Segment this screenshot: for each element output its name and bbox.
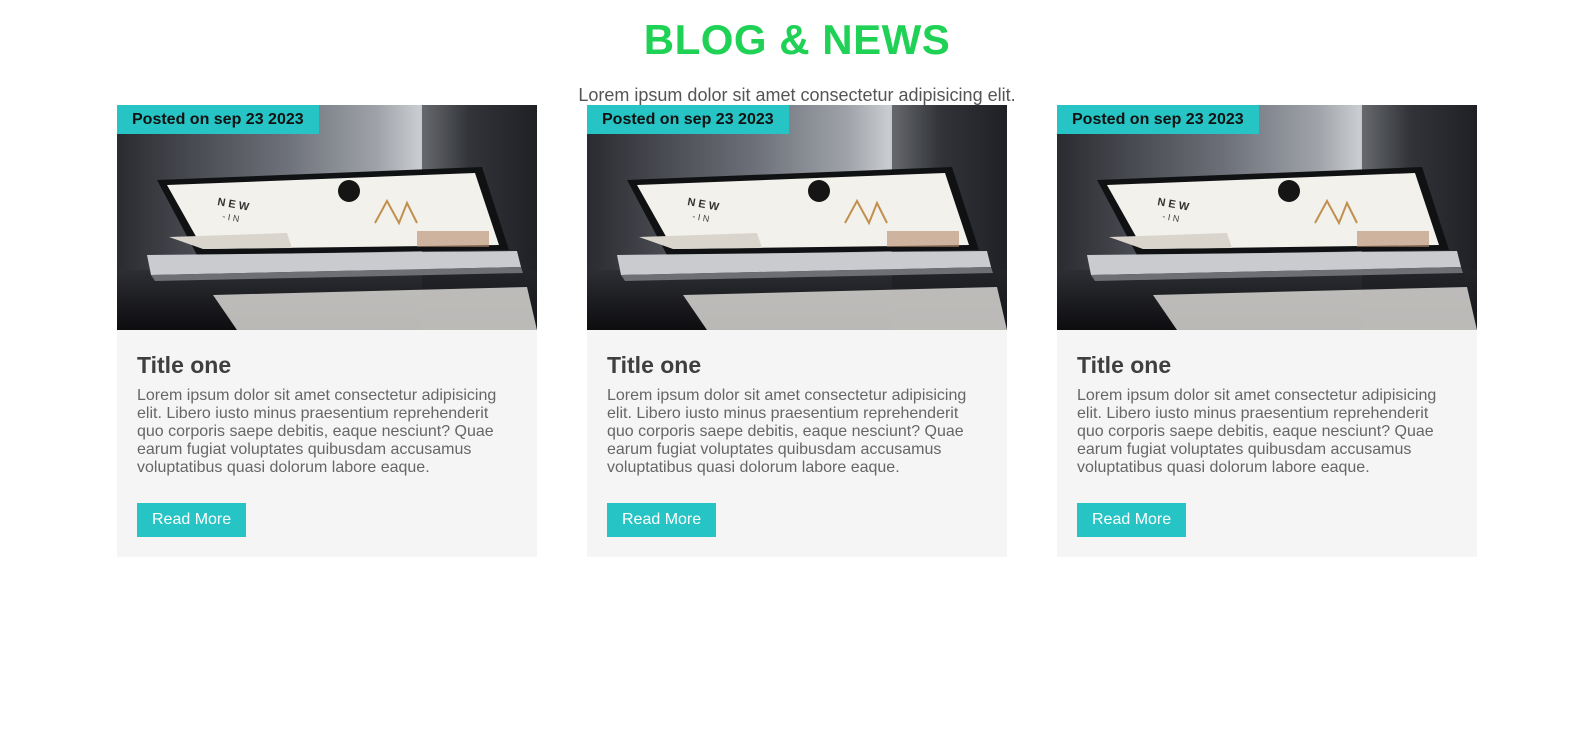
blog-cards: N E W - I N Posted on sep 23 2023 Title …	[117, 105, 1477, 558]
card-title: Title one	[1077, 352, 1172, 378]
blog-card-image: N E W - I N Posted on sep 23 2023	[117, 105, 537, 330]
blog-card-body: Title one Lorem ipsum dolor sit amet con…	[1057, 330, 1477, 537]
laptop-image: N E W - I N	[147, 105, 537, 330]
blog-card: N E W - I N Posted on sep 23 2023 Title …	[1057, 105, 1477, 557]
card-title: Title one	[137, 352, 232, 378]
blog-card-image: N E W - I N Posted on sep 23 2023	[587, 105, 1007, 330]
post-date-badge: Posted on sep 23 2023	[1057, 105, 1259, 134]
blog-card: N E W - I N Posted on sep 23 2023 Title …	[117, 105, 537, 557]
laptop-image: N E W - I N	[1087, 105, 1477, 330]
blog-card-body: Title one Lorem ipsum dolor sit amet con…	[587, 330, 1007, 537]
card-title: Title one	[607, 352, 702, 378]
blog-card-image: N E W - I N Posted on sep 23 2023	[1057, 105, 1477, 330]
read-more-button[interactable]: Read More	[1077, 503, 1187, 537]
read-more-button[interactable]: Read More	[607, 503, 717, 537]
blog-card-body: Title one Lorem ipsum dolor sit amet con…	[117, 330, 537, 537]
post-date-badge: Posted on sep 23 2023	[117, 105, 319, 134]
post-date-badge: Posted on sep 23 2023	[587, 105, 789, 134]
card-excerpt: Lorem ipsum dolor sit amet consectetur a…	[607, 387, 967, 476]
blog-card: N E W - I N Posted on sep 23 2023 Title …	[587, 105, 1007, 557]
laptop-image: N E W - I N	[617, 105, 1007, 330]
read-more-button[interactable]: Read More	[137, 503, 247, 537]
page-subtitle: Lorem ipsum dolor sit amet consectetur a…	[578, 85, 1016, 105]
page-heading: BLOG & NEWS	[643, 16, 951, 63]
card-excerpt: Lorem ipsum dolor sit amet consectetur a…	[1077, 387, 1437, 476]
card-excerpt: Lorem ipsum dolor sit amet consectetur a…	[137, 387, 497, 476]
